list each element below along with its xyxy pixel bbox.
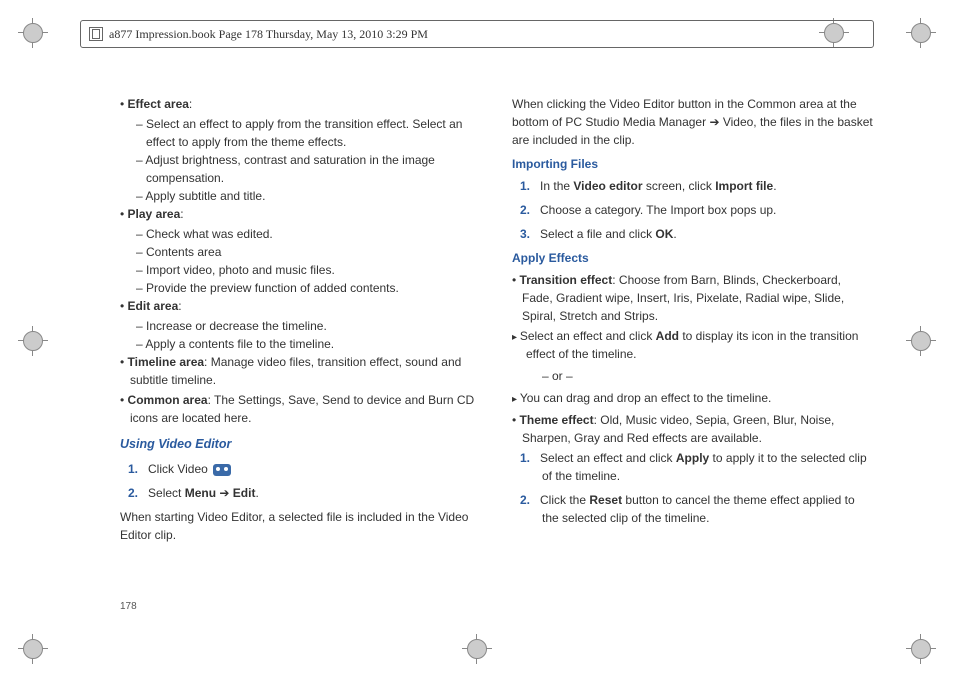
crop-mark-mr (906, 326, 936, 356)
play-item-2: Contents area (136, 243, 482, 261)
left-column: Effect area: Select an effect to apply f… (120, 95, 482, 622)
apply-effects-heading: Apply Effects (512, 249, 874, 267)
play-item-4: Provide the preview function of added co… (136, 279, 482, 297)
theme-effect: Theme effect: Old, Music video, Sepia, G… (512, 411, 874, 447)
effect-item-2: Adjust brightness, contrast and saturati… (136, 151, 482, 187)
timeline-area: Timeline area: Manage video files, trans… (120, 353, 482, 389)
header-text: a877 Impression.book Page 178 Thursday, … (109, 27, 428, 42)
page-number: 178 (120, 601, 137, 612)
play-item-3: Import video, photo and music files. (136, 261, 482, 279)
edit-item-1: Increase or decrease the timeline. (136, 317, 482, 335)
intro-paragraph: When clicking the Video Editor button in… (512, 95, 874, 149)
play-area: Play area: (120, 205, 482, 223)
theme-step-1: 1.Select an effect and click Apply to ap… (520, 449, 874, 485)
crop-mark-tl (18, 18, 48, 48)
crop-mark-br (906, 634, 936, 664)
starting-paragraph: When starting Video Editor, a selected f… (120, 508, 482, 544)
import-step-1: 1.In the Video editor screen, click Impo… (520, 177, 874, 195)
crop-mark-ml (18, 326, 48, 356)
crop-mark-bc (462, 634, 492, 664)
edit-area: Edit area: (120, 297, 482, 315)
edit-item-2: Apply a contents file to the timeline. (136, 335, 482, 353)
import-step-3: 3.Select a file and click OK. (520, 225, 874, 243)
step-1: 1.Click Video (128, 460, 482, 478)
importing-files-heading: Importing Files (512, 155, 874, 173)
effect-item-3: Apply subtitle and title. (136, 187, 482, 205)
arrow-select-add: Select an effect and click Add to displa… (512, 327, 874, 363)
page-content: Effect area: Select an effect to apply f… (120, 95, 874, 622)
effect-item-1: Select an effect to apply from the trans… (136, 115, 482, 151)
arrow-drag-drop: You can drag and drop an effect to the t… (512, 389, 874, 407)
step-2: 2.Select Menu ➔ Edit. (128, 484, 482, 502)
effect-area: Effect area: (120, 95, 482, 113)
common-area: Common area: The Settings, Save, Send to… (120, 391, 482, 427)
theme-step-2: 2.Click the Reset button to cancel the t… (520, 491, 874, 527)
right-column: When clicking the Video Editor button in… (512, 95, 874, 622)
page-header-bar: a877 Impression.book Page 178 Thursday, … (80, 20, 874, 48)
video-icon (213, 464, 231, 476)
crop-mark-bl (18, 634, 48, 664)
using-video-editor-heading: Using Video Editor (120, 435, 482, 454)
play-item-1: Check what was edited. (136, 225, 482, 243)
or-divider: – or – (542, 367, 874, 385)
transition-effect: Transition effect: Choose from Barn, Bli… (512, 271, 874, 325)
book-icon (89, 27, 103, 41)
import-step-2: 2.Choose a category. The Import box pops… (520, 201, 874, 219)
crop-mark-tr (906, 18, 936, 48)
